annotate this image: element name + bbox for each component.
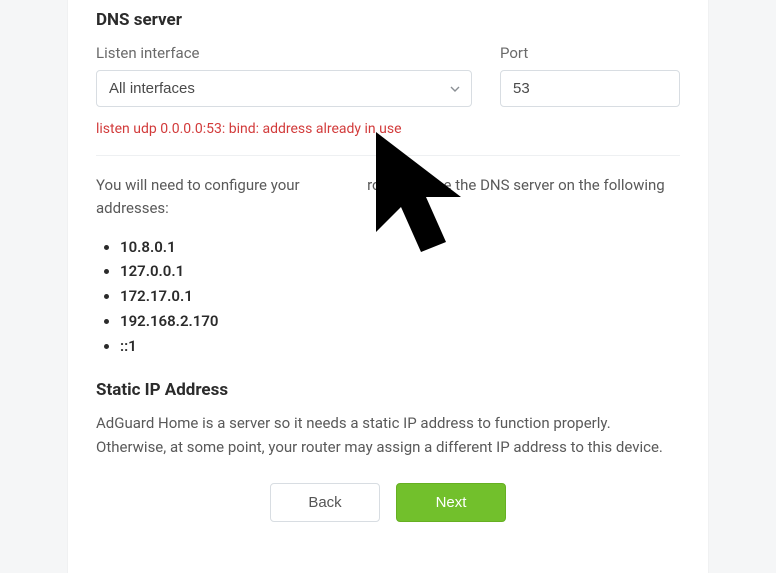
list-item: ::1 xyxy=(120,334,680,359)
list-item: 127.0.0.1 xyxy=(120,259,680,284)
button-row: Back Next xyxy=(96,483,680,522)
section-title-dns: DNS server xyxy=(96,0,680,44)
list-item: 172.17.0.1 xyxy=(120,284,680,309)
listen-interface-label: Listen interface xyxy=(96,44,472,62)
list-item: 10.8.0.1 xyxy=(120,235,680,260)
setup-card: DNS server Listen interface All interfac… xyxy=(68,0,708,573)
section-title-static-ip: Static IP Address xyxy=(96,380,680,400)
next-button[interactable]: Next xyxy=(396,483,506,522)
port-field: Port xyxy=(500,44,680,107)
back-button[interactable]: Back xyxy=(270,483,380,522)
port-label: Port xyxy=(500,44,680,62)
port-input[interactable] xyxy=(500,70,680,107)
dns-help-text: You will need to configure your router t… xyxy=(96,174,680,221)
dns-address-list: 10.8.0.1 127.0.0.1 172.17.0.1 192.168.2.… xyxy=(96,235,680,359)
listen-interface-field: Listen interface All interfaces xyxy=(96,44,472,107)
static-ip-help-text: AdGuard Home is a server so it needs a s… xyxy=(96,412,680,459)
divider xyxy=(96,155,680,156)
dns-error-text: listen udp 0.0.0.0:53: bind: address alr… xyxy=(96,121,680,137)
list-item: 192.168.2.170 xyxy=(120,309,680,334)
listen-interface-select-wrap: All interfaces xyxy=(96,70,472,107)
dns-help-pre: You will need to configure your xyxy=(96,176,303,194)
listen-interface-select[interactable]: All interfaces xyxy=(96,70,472,107)
dns-form-row: Listen interface All interfaces Port xyxy=(96,44,680,107)
